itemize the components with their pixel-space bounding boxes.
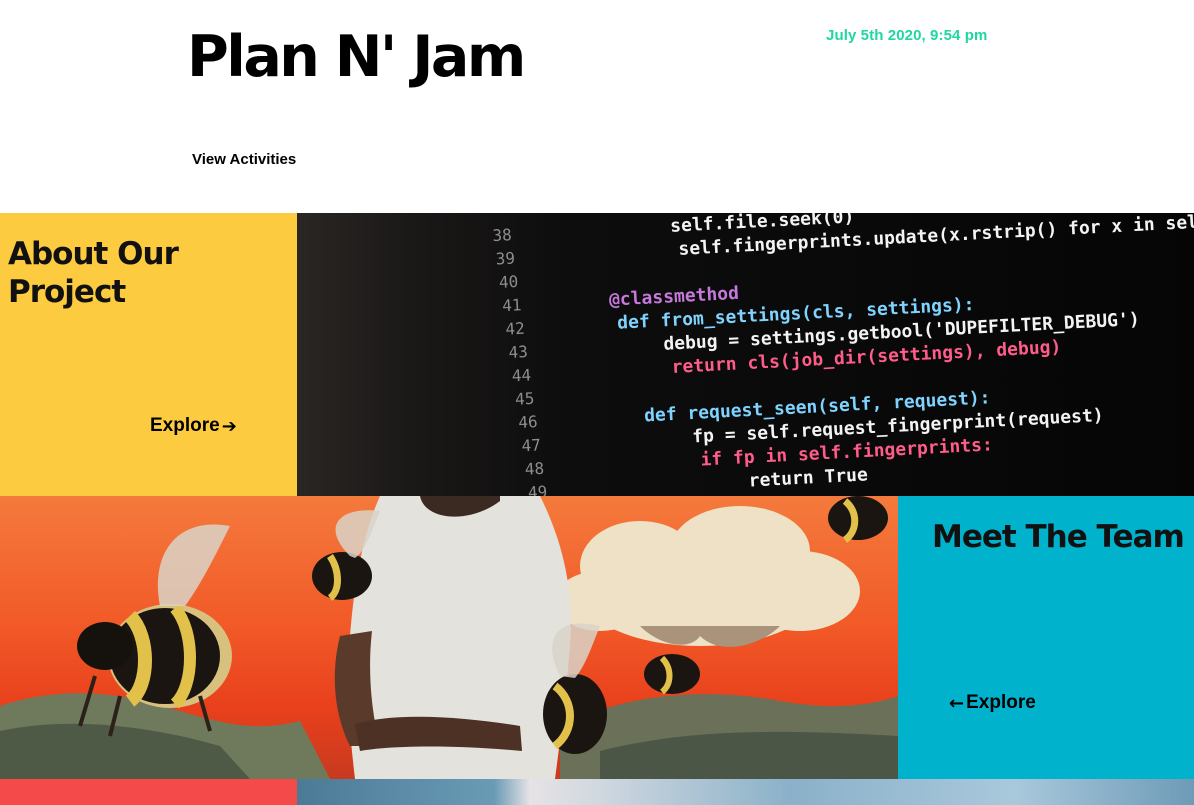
team-heading: Meet The Team [932, 519, 1185, 555]
about-panel: About Our Project Explore ➔ [0, 213, 297, 496]
site-title: Plan N' Jam [187, 24, 526, 90]
bees-painting-illustration [0, 496, 898, 779]
code-line-number: 43 [508, 342, 528, 362]
about-heading: About Our Project [8, 236, 179, 310]
explore-label: Explore [150, 415, 220, 436]
bees-painting-image [0, 496, 898, 779]
code-line-number: 41 [502, 295, 522, 315]
code-line-number: 38 [492, 225, 512, 245]
code-line-number: 48 [524, 459, 544, 479]
arrow-left-icon: ← [949, 692, 965, 714]
explore-label: Explore [966, 692, 1036, 713]
next-section-strip [0, 779, 1194, 805]
team-panel: Meet The Team ← Explore [898, 496, 1194, 779]
about-section: About Our Project Explore ➔ 38 39 40 41 42 43… [0, 213, 1194, 496]
code-line-number: 42 [505, 319, 525, 339]
code-line-number: 46 [518, 412, 538, 432]
team-section: Meet The Team ← Explore [0, 496, 1194, 779]
code-line-number: 45 [515, 389, 535, 409]
code-line-number: 49 [528, 482, 548, 496]
code-screen-illustration: 383940414243444546474849self.file.seek(0… [492, 213, 1194, 496]
view-activities-link[interactable]: View Activities [192, 151, 296, 168]
code-line-number: 39 [495, 249, 515, 269]
code-line-text: return True [748, 464, 868, 491]
team-explore-link[interactable]: ← Explore [949, 692, 1036, 714]
current-datetime: July 5th 2020, 9:54 pm [826, 27, 988, 44]
code-line-number: 40 [498, 272, 518, 292]
site-header: Plan N' Jam July 5th 2020, 9:54 pm View … [0, 0, 1194, 213]
code-line-number: 44 [511, 365, 531, 385]
red-panel [0, 779, 297, 805]
arrow-right-icon: ➔ [221, 415, 237, 437]
sky-image [297, 779, 1194, 805]
code-screen-image: 38 39 40 41 42 43 44 45 46 47 48 49 self.file.seek(0… [297, 213, 1194, 496]
code-line-number: 47 [521, 435, 541, 455]
about-explore-link[interactable]: Explore ➔ [150, 415, 237, 437]
